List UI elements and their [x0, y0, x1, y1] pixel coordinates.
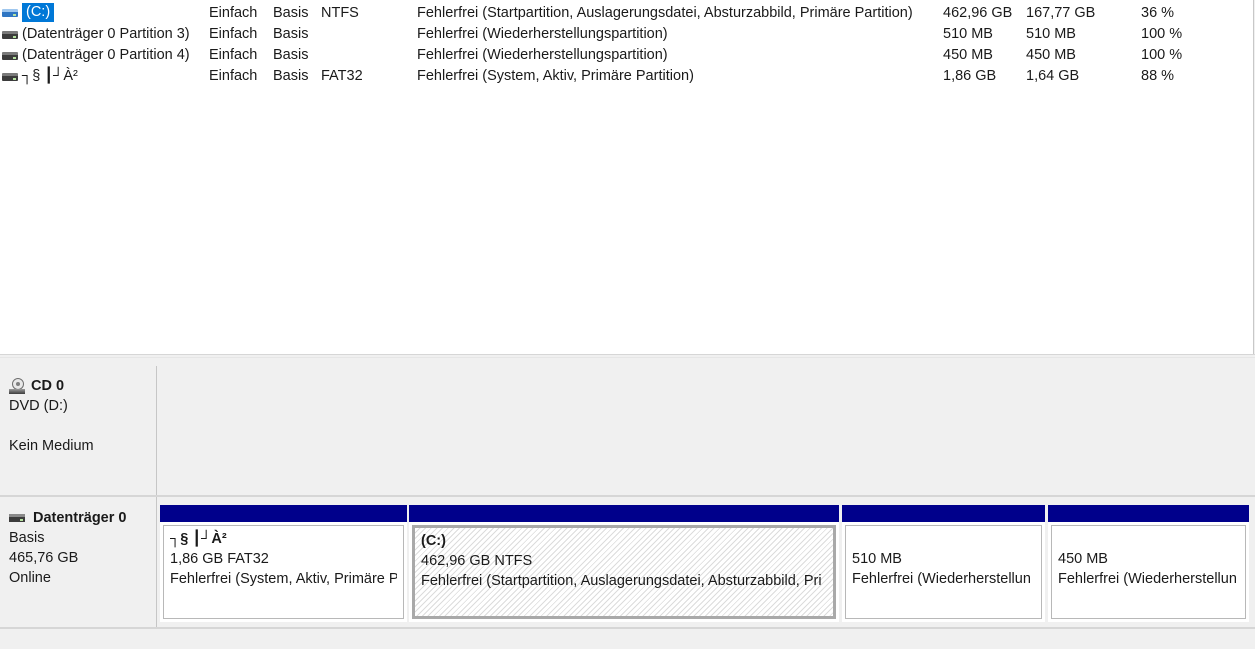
- volume-capacity: 1,86 GB: [943, 68, 997, 84]
- volume-status: Fehlerfrei (System, Aktiv, Primäre Parti…: [417, 68, 694, 84]
- volume-type: Basis: [273, 68, 309, 84]
- cd-drive-name: CD 0: [31, 378, 65, 394]
- volume-layout: Einfach: [209, 47, 258, 63]
- volume-name: (C:): [22, 3, 55, 22]
- partition-bar: [409, 505, 839, 522]
- partition-size: 462,96 GB NTFS: [421, 553, 533, 569]
- volume-capacity: 462,96 GB: [943, 5, 1013, 21]
- volume-name: ┐§ ┃┘À²: [22, 68, 78, 84]
- partition-name: [1058, 529, 1239, 549]
- volume-type: Basis: [273, 47, 309, 63]
- volume-icon: [2, 51, 18, 60]
- partition-name: (C:): [421, 533, 446, 549]
- volume-icon: [2, 30, 18, 39]
- volume-row[interactable]: ┐§ ┃┘À² Einfach Basis FAT32 Fehlerfrei (…: [0, 66, 1253, 87]
- row-divider: [0, 627, 1255, 629]
- partition-bar: [160, 505, 407, 522]
- volume-layout: Einfach: [209, 26, 258, 42]
- partition-bar: [1048, 505, 1249, 522]
- volume-capacity: 450 MB: [943, 47, 993, 63]
- volume-status: Fehlerfrei (Wiederherstellungspartition): [417, 47, 668, 63]
- volume-layout: Einfach: [209, 5, 258, 21]
- cd-drive-media: Kein Medium: [9, 438, 94, 454]
- cd-drive-icon: [9, 378, 25, 394]
- volume-filesystem: NTFS: [321, 5, 359, 21]
- cd-drive-title: CD 0: [9, 376, 156, 396]
- volume-list[interactable]: (C:) Einfach Basis NTFS Fehlerfrei (Star…: [0, 0, 1254, 354]
- volume-name: (Datenträger 0 Partition 4): [22, 47, 190, 63]
- disk0-type: Basis: [9, 530, 45, 546]
- hard-disk-icon: [9, 514, 25, 522]
- volume-free-space: 450 MB: [1026, 47, 1076, 63]
- partition-body: (C:) 462,96 GB NTFS Fehlerfrei (Startpar…: [412, 525, 836, 619]
- partition-name: [852, 529, 1035, 549]
- partition-body: 450 MB Fehlerfrei (Wiederherstellun: [1051, 525, 1246, 619]
- volume-name-cell: (C:): [2, 3, 55, 22]
- partition-size: 1,86 GB FAT32: [170, 551, 269, 567]
- disk0-title: Datenträger 0: [9, 508, 156, 528]
- partition-status: Fehlerfrei (Wiederherstellun: [1058, 571, 1237, 587]
- volume-free-space: 1,64 GB: [1026, 68, 1080, 84]
- volume-name-cell: (Datenträger 0 Partition 4): [2, 45, 190, 66]
- volume-icon: [2, 8, 18, 17]
- partition-body: 510 MB Fehlerfrei (Wiederherstellun: [845, 525, 1042, 619]
- partition-bar: [842, 505, 1045, 522]
- disk0-state: Online: [9, 570, 51, 586]
- volume-free-percent: 100 %: [1141, 26, 1183, 42]
- volume-free-space: 167,77 GB: [1026, 5, 1096, 21]
- partition-status: Fehlerfrei (Wiederherstellun: [852, 571, 1031, 587]
- volume-name: (Datenträger 0 Partition 3): [22, 26, 190, 42]
- partition-size: 450 MB: [1058, 551, 1108, 567]
- partition-size: 510 MB: [852, 551, 902, 567]
- volume-type: Basis: [273, 5, 309, 21]
- volume-free-percent: 88 %: [1141, 68, 1175, 84]
- cd-drive-label[interactable]: CD 0 DVD (D:) Kein Medium: [0, 366, 157, 495]
- volume-free-percent: 100 %: [1141, 47, 1183, 63]
- partition-recovery-4[interactable]: 450 MB Fehlerfrei (Wiederherstellun: [1048, 505, 1249, 622]
- volume-name-cell: ┐§ ┃┘À²: [2, 66, 78, 87]
- cd-drive-area[interactable]: [159, 366, 1255, 495]
- disk0-name: Datenträger 0: [33, 510, 127, 526]
- volume-status: Fehlerfrei (Wiederherstellungspartition): [417, 26, 668, 42]
- partition-status: Fehlerfrei (System, Aktiv, Primäre P: [170, 571, 397, 587]
- volume-free-space: 510 MB: [1026, 26, 1076, 42]
- disk0-label[interactable]: Datenträger 0 Basis 465,76 GB Online: [0, 497, 157, 627]
- volume-icon: [2, 72, 18, 81]
- volume-row[interactable]: (Datenträger 0 Partition 3) Einfach Basi…: [0, 24, 1253, 45]
- volume-filesystem: FAT32: [321, 68, 363, 84]
- partition-name: ┐§ ┃┘À²: [170, 531, 227, 547]
- partition-system[interactable]: ┐§ ┃┘À² 1,86 GB FAT32 Fehlerfrei (System…: [160, 505, 407, 622]
- row-divider: [0, 495, 1255, 497]
- partition-c[interactable]: (C:) 462,96 GB NTFS Fehlerfrei (Startpar…: [409, 505, 839, 622]
- disk0-size: 465,76 GB: [9, 550, 79, 566]
- volume-status: Fehlerfrei (Startpartition, Auslagerungs…: [417, 5, 913, 21]
- volume-layout: Einfach: [209, 68, 258, 84]
- partition-recovery-3[interactable]: 510 MB Fehlerfrei (Wiederherstellun: [842, 505, 1045, 622]
- volume-free-percent: 36 %: [1141, 5, 1175, 21]
- volume-type: Basis: [273, 26, 309, 42]
- cd-drive-letter: DVD (D:): [9, 398, 68, 414]
- pane-splitter[interactable]: [0, 354, 1255, 365]
- partition-body: ┐§ ┃┘À² 1,86 GB FAT32 Fehlerfrei (System…: [163, 525, 404, 619]
- volume-row[interactable]: (C:) Einfach Basis NTFS Fehlerfrei (Star…: [0, 3, 1253, 24]
- volume-row[interactable]: (Datenträger 0 Partition 4) Einfach Basi…: [0, 45, 1253, 66]
- volume-name-cell: (Datenträger 0 Partition 3): [2, 24, 190, 45]
- volume-capacity: 510 MB: [943, 26, 993, 42]
- partition-status: Fehlerfrei (Startpartition, Auslagerungs…: [421, 573, 822, 589]
